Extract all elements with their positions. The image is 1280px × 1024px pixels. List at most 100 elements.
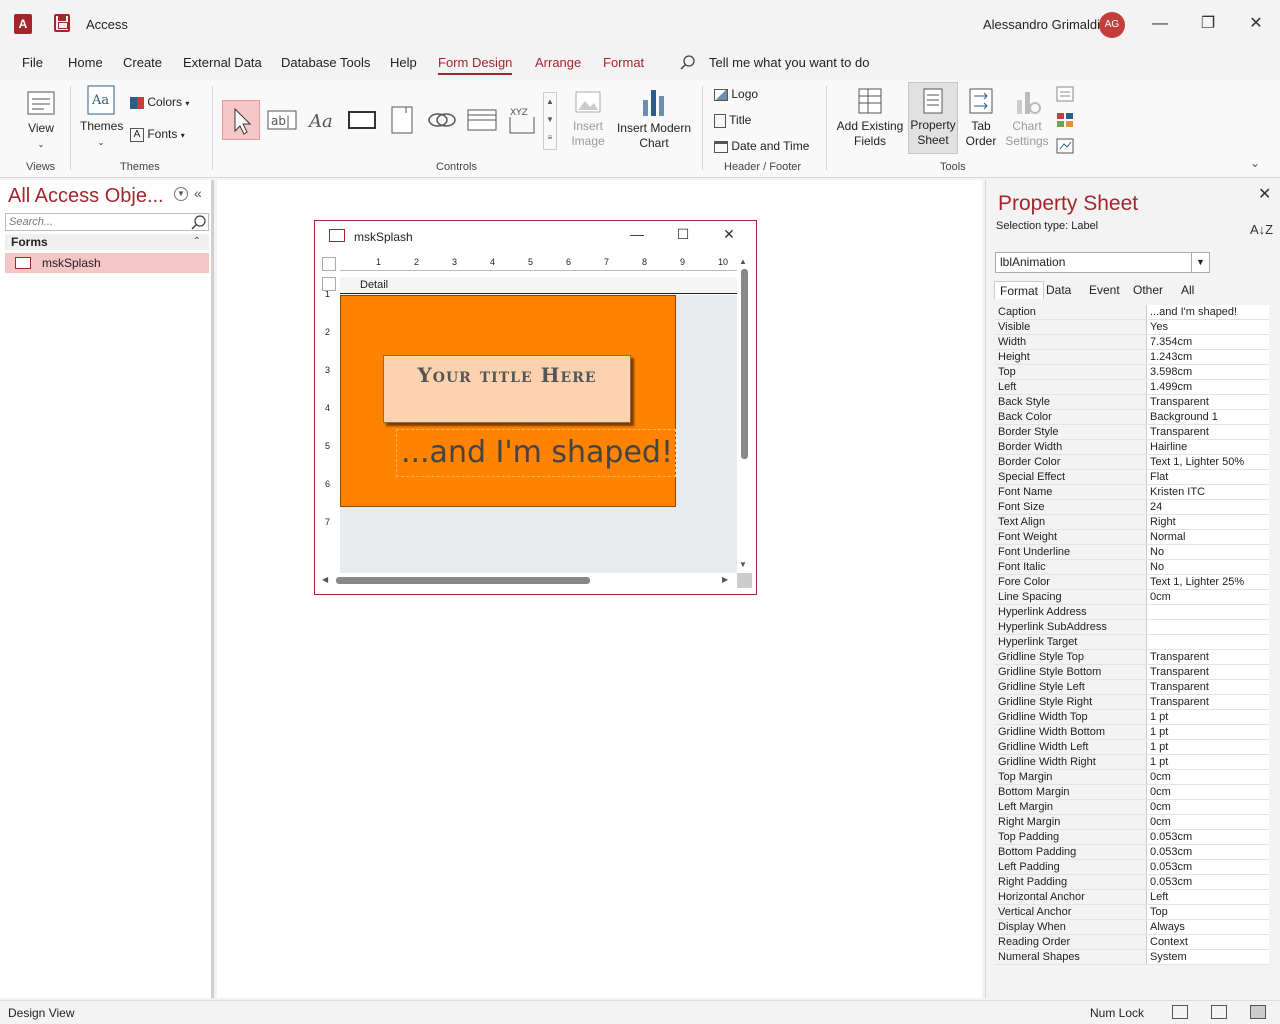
- property-value[interactable]: ...and I'm shaped!: [1147, 305, 1269, 319]
- design-view-icon[interactable]: [1250, 1005, 1266, 1019]
- property-row[interactable]: Gridline Width Top 1 pt: [995, 710, 1269, 725]
- property-value[interactable]: 0.053cm: [1147, 845, 1269, 859]
- property-row[interactable]: Visible Yes: [995, 320, 1269, 335]
- property-value[interactable]: Kristen ITC: [1147, 485, 1269, 499]
- tab-external-data[interactable]: External Data: [183, 55, 262, 70]
- property-row[interactable]: Top Padding 0.053cm: [995, 830, 1269, 845]
- scroll-thumb[interactable]: [741, 269, 748, 459]
- property-value[interactable]: Right: [1147, 515, 1269, 529]
- size-grip[interactable]: [737, 573, 752, 588]
- property-value[interactable]: Hairline: [1147, 440, 1269, 454]
- add-existing-fields-button[interactable]: Add Existing Fields: [834, 86, 906, 149]
- nav-pane-title[interactable]: All Access Obje...: [8, 185, 164, 208]
- fonts-button[interactable]: A Fonts ▾: [130, 126, 185, 144]
- property-value[interactable]: Text 1, Lighter 50%: [1147, 455, 1269, 469]
- property-value[interactable]: System: [1147, 950, 1269, 964]
- property-row[interactable]: Reading Order Context: [995, 935, 1269, 950]
- avatar[interactable]: AG: [1099, 12, 1125, 38]
- property-row[interactable]: Line Spacing 0cm: [995, 590, 1269, 605]
- property-value[interactable]: 24: [1147, 500, 1269, 514]
- date-time-button[interactable]: Date and Time: [714, 138, 809, 154]
- property-value[interactable]: 1 pt: [1147, 710, 1269, 724]
- property-row[interactable]: Special Effect Flat: [995, 470, 1269, 485]
- tab-all[interactable]: All: [1176, 281, 1199, 299]
- search-icon[interactable]: [190, 213, 209, 231]
- tab-database-tools[interactable]: Database Tools: [281, 55, 370, 70]
- property-row[interactable]: Fore Color Text 1, Lighter 25%: [995, 575, 1269, 590]
- property-value[interactable]: Context: [1147, 935, 1269, 949]
- property-row[interactable]: Gridline Style Top Transparent: [995, 650, 1269, 665]
- tab-format[interactable]: Format: [603, 55, 644, 70]
- property-row[interactable]: Font Size 24: [995, 500, 1269, 515]
- property-value[interactable]: 1.243cm: [1147, 350, 1269, 364]
- property-row[interactable]: Horizontal Anchor Left: [995, 890, 1269, 905]
- restore-icon[interactable]: ❐: [1196, 12, 1220, 36]
- scroll-down-icon[interactable]: ▼: [739, 560, 747, 569]
- property-sheet-button[interactable]: Property Sheet: [908, 82, 958, 154]
- collapse-pane-icon[interactable]: «: [194, 185, 202, 201]
- user-name[interactable]: Alessandro Grimaldi: [983, 17, 1100, 32]
- property-value[interactable]: Normal: [1147, 530, 1269, 544]
- property-value[interactable]: Transparent: [1147, 425, 1269, 439]
- property-value[interactable]: Yes: [1147, 320, 1269, 334]
- property-row[interactable]: Caption ...and I'm shaped!: [995, 305, 1269, 320]
- property-value[interactable]: 3.598cm: [1147, 365, 1269, 379]
- horizontal-scrollbar[interactable]: ◀ ▶: [322, 573, 737, 588]
- scroll-up-icon[interactable]: ▲: [739, 257, 747, 266]
- property-value[interactable]: 0cm: [1147, 770, 1269, 784]
- colors-button[interactable]: Colors ▾: [130, 94, 189, 112]
- property-value[interactable]: [1147, 620, 1269, 634]
- property-row[interactable]: Numeral Shapes System: [995, 950, 1269, 965]
- property-value[interactable]: Transparent: [1147, 680, 1269, 694]
- property-row[interactable]: Display When Always: [995, 920, 1269, 935]
- insert-modern-chart-button[interactable]: Insert Modern Chart: [614, 84, 694, 151]
- property-row[interactable]: Gridline Style Right Transparent: [995, 695, 1269, 710]
- property-value[interactable]: Always: [1147, 920, 1269, 934]
- tab-data[interactable]: Data: [1041, 281, 1076, 299]
- collapse-ribbon-icon[interactable]: ⌄: [1250, 156, 1260, 170]
- property-row[interactable]: Bottom Padding 0.053cm: [995, 845, 1269, 860]
- property-value[interactable]: No: [1147, 560, 1269, 574]
- shaped-label[interactable]: ...and I'm shaped!: [396, 429, 676, 477]
- property-row[interactable]: Left Margin 0cm: [995, 800, 1269, 815]
- property-row[interactable]: Border Color Text 1, Lighter 50%: [995, 455, 1269, 470]
- property-value[interactable]: Transparent: [1147, 665, 1269, 679]
- tell-me-input[interactable]: Tell me what you want to do: [709, 55, 869, 70]
- convert-macros-icon[interactable]: [1056, 138, 1074, 154]
- web-browser-tool-button[interactable]: [463, 100, 501, 140]
- property-row[interactable]: Gridline Width Left 1 pt: [995, 740, 1269, 755]
- label-tool-button[interactable]: Aa: [303, 100, 341, 140]
- themes-button[interactable]: Aa Themes ⌄: [80, 84, 123, 150]
- tab-arrange[interactable]: Arrange: [535, 55, 581, 70]
- property-value[interactable]: 0.053cm: [1147, 860, 1269, 874]
- form-view-icon[interactable]: [1172, 1005, 1188, 1019]
- property-row[interactable]: Right Padding 0.053cm: [995, 875, 1269, 890]
- chevron-down-icon[interactable]: ▼: [174, 187, 188, 201]
- chart-settings-button[interactable]: Chart Settings: [1004, 86, 1050, 149]
- property-value[interactable]: [1147, 605, 1269, 619]
- navigation-tool-button[interactable]: XYZ: [503, 100, 541, 140]
- property-value[interactable]: 1.499cm: [1147, 380, 1269, 394]
- select-tool-button[interactable]: [222, 100, 260, 140]
- nav-item-msksplash[interactable]: mskSplash: [5, 253, 209, 273]
- property-value[interactable]: Transparent: [1147, 395, 1269, 409]
- controls-gallery-scroll[interactable]: ▲ ▼ ≡: [543, 92, 557, 150]
- vertical-scrollbar[interactable]: ▲ ▼: [737, 257, 752, 573]
- property-row[interactable]: Text Align Right: [995, 515, 1269, 530]
- tab-home[interactable]: Home: [68, 55, 103, 70]
- property-row[interactable]: Font Underline No: [995, 545, 1269, 560]
- button-tool-button[interactable]: [343, 100, 381, 140]
- property-row[interactable]: Left Padding 0.053cm: [995, 860, 1269, 875]
- close-icon[interactable]: ✕: [1258, 184, 1271, 204]
- hyperlink-tool-button[interactable]: [423, 100, 461, 140]
- view-button[interactable]: View ⌄: [22, 88, 60, 152]
- property-value[interactable]: 1 pt: [1147, 725, 1269, 739]
- property-row[interactable]: Gridline Style Left Transparent: [995, 680, 1269, 695]
- tab-other[interactable]: Other: [1128, 281, 1168, 299]
- tab-control-tool-button[interactable]: [383, 100, 421, 140]
- property-value[interactable]: Flat: [1147, 470, 1269, 484]
- property-row[interactable]: Top 3.598cm: [995, 365, 1269, 380]
- tab-form-design[interactable]: Form Design: [438, 55, 513, 75]
- close-icon[interactable]: ✕: [1244, 12, 1268, 36]
- detail-section-bar[interactable]: Detail: [340, 277, 737, 294]
